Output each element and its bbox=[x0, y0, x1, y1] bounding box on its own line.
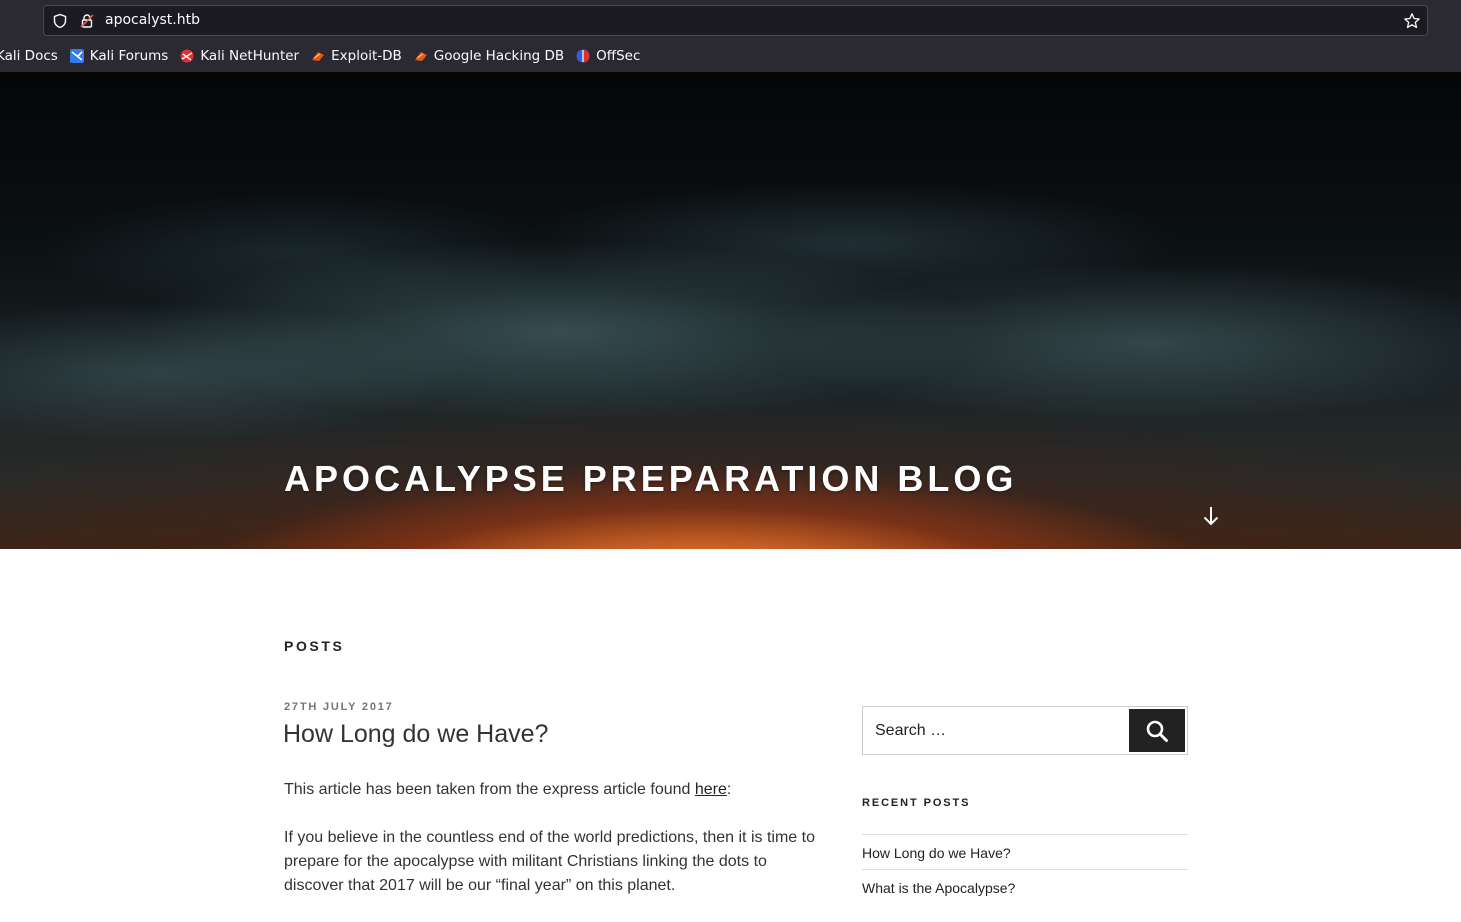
bookmark-star-icon[interactable] bbox=[1403, 12, 1421, 30]
url-text[interactable]: apocalyst.htb bbox=[105, 12, 200, 28]
post-content: This article has been taken from the exp… bbox=[284, 778, 824, 922]
url-bar[interactable]: apocalyst.htb bbox=[43, 5, 1428, 36]
bookmark-label: Kali NetHunter bbox=[200, 48, 300, 64]
recent-posts-list: How Long do we Have? What is the Apocaly… bbox=[862, 834, 1188, 904]
shield-icon[interactable] bbox=[52, 13, 68, 29]
post-paragraph: If you believe in the countless end of t… bbox=[284, 829, 815, 894]
kali-forums-icon bbox=[69, 49, 84, 63]
article-link[interactable]: here bbox=[695, 781, 727, 798]
bookmark-google-hacking-db[interactable]: Google Hacking DB bbox=[414, 48, 564, 64]
post-date[interactable]: 27TH JULY 2017 bbox=[284, 701, 394, 713]
bookmark-kali-forums[interactable]: Kali Forums bbox=[69, 48, 169, 64]
search-icon bbox=[1146, 720, 1168, 742]
kali-nethunter-icon bbox=[180, 49, 194, 63]
recent-post-link[interactable]: How Long do we Have? bbox=[862, 834, 1188, 869]
ghdb-icon bbox=[414, 52, 427, 61]
bookmark-exploit-db[interactable]: Exploit-DB bbox=[311, 48, 402, 64]
bookmark-label: Kali Docs bbox=[0, 48, 58, 64]
site-title[interactable]: APOCALYPSE PREPARATION BLOG bbox=[284, 458, 1017, 500]
exploit-db-icon bbox=[312, 52, 325, 61]
arrow-down-icon[interactable] bbox=[1201, 505, 1221, 527]
recent-post-link[interactable]: What is the Apocalypse? bbox=[862, 869, 1188, 904]
browser-toolbar: apocalyst.htb Kali Docs Kali Forums Kali… bbox=[0, 0, 1461, 73]
search-form bbox=[862, 706, 1188, 755]
post-intro-paragraph: This article has been taken from the exp… bbox=[284, 778, 824, 802]
post-intro-text: This article has been taken from the exp… bbox=[284, 781, 695, 798]
offsec-icon bbox=[576, 49, 590, 63]
bookmark-offsec[interactable]: OffSec bbox=[576, 48, 640, 64]
insecure-lock-icon[interactable] bbox=[79, 13, 95, 29]
bookmark-kali-nethunter[interactable]: Kali NetHunter bbox=[180, 48, 299, 64]
hero-header-image: APOCALYPSE PREPARATION BLOG bbox=[0, 72, 1461, 549]
bookmarks-bar: Kali Docs Kali Forums Kali NetHunter Exp… bbox=[0, 44, 652, 68]
bookmark-kali-docs[interactable]: Kali Docs bbox=[0, 48, 58, 64]
search-input[interactable] bbox=[863, 707, 1125, 754]
bookmark-label: Kali Forums bbox=[89, 48, 169, 64]
bookmark-label: Google Hacking DB bbox=[433, 48, 565, 64]
bookmark-label: Exploit-DB bbox=[331, 48, 402, 64]
post-title[interactable]: How Long do we Have? bbox=[283, 720, 548, 749]
posts-section-heading: POSTS bbox=[284, 638, 345, 654]
search-button[interactable] bbox=[1129, 709, 1185, 752]
bookmark-label: OffSec bbox=[596, 48, 641, 64]
recent-posts-heading: RECENT POSTS bbox=[862, 797, 971, 809]
post-intro-suffix: : bbox=[726, 781, 732, 798]
